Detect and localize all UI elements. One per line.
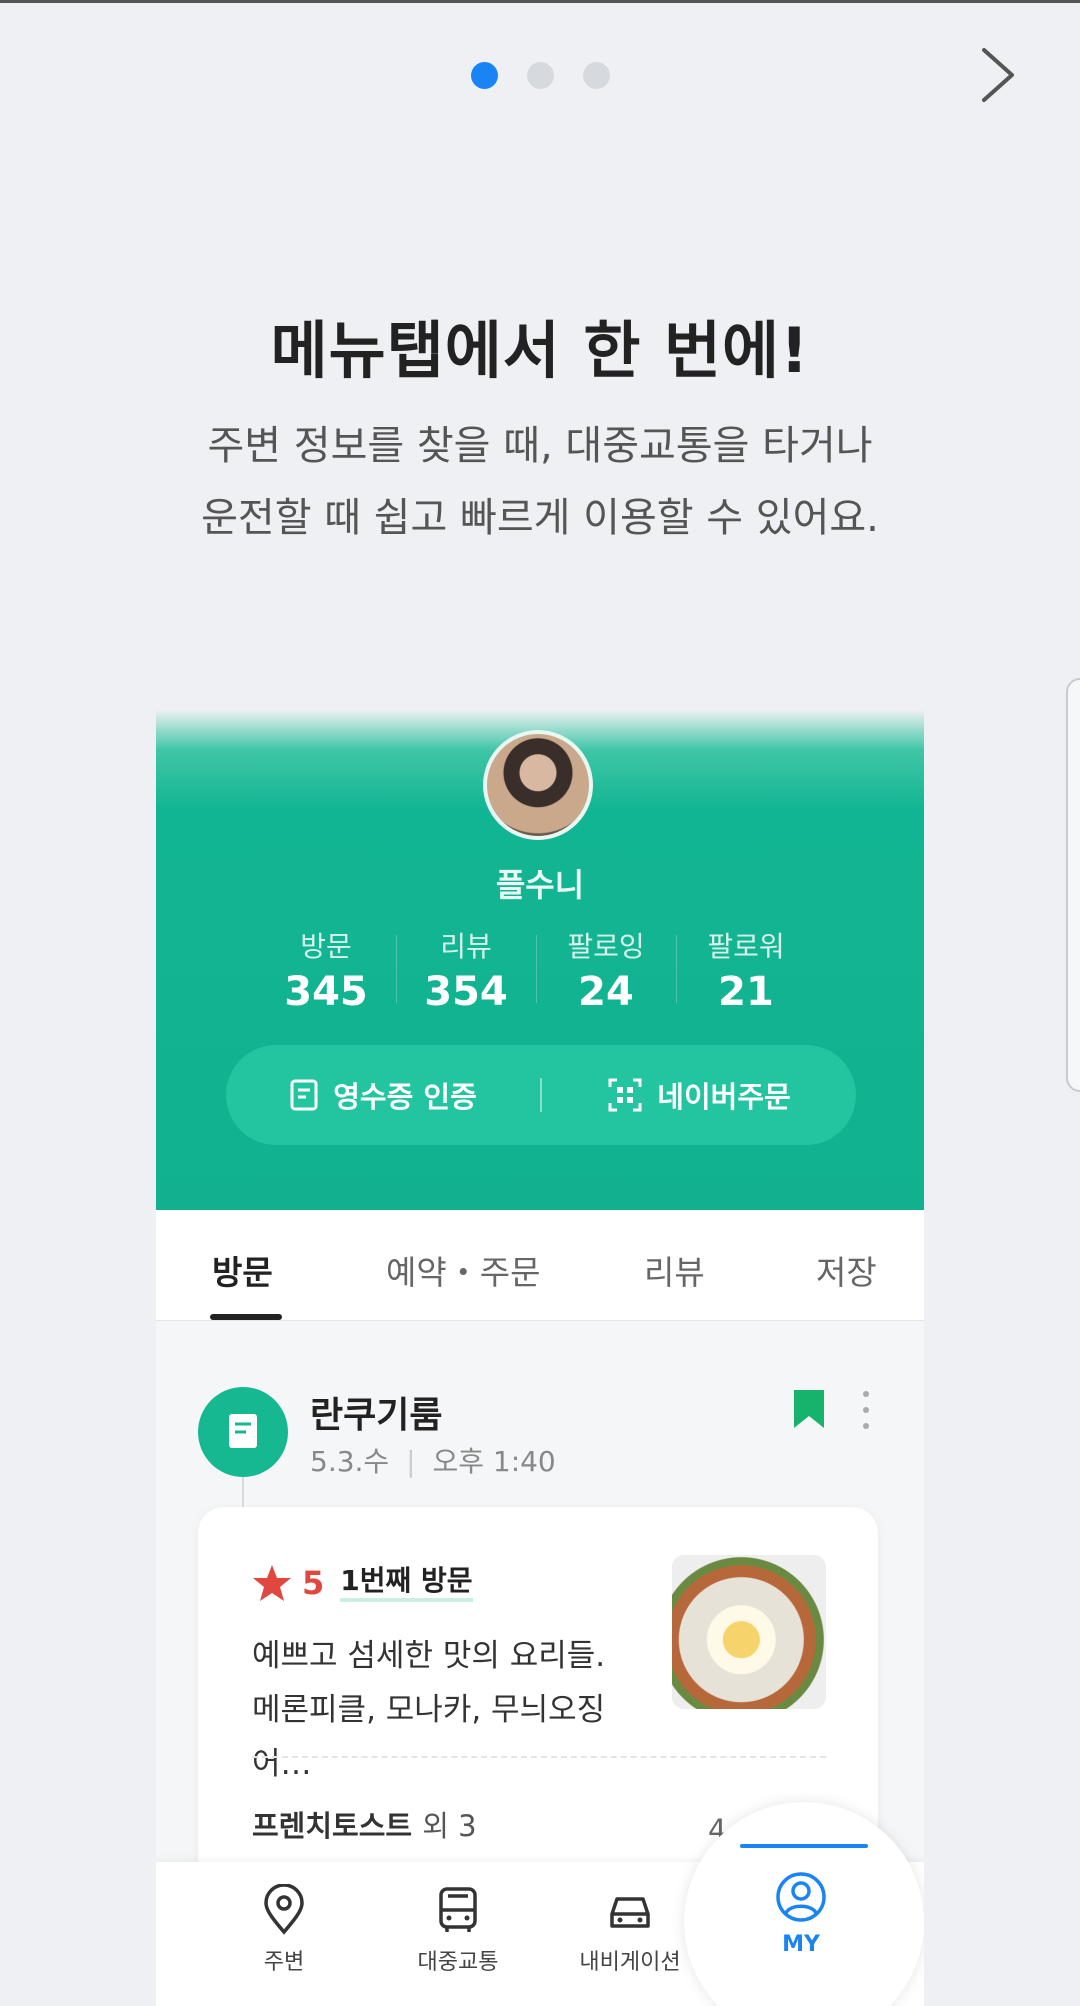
nav-label: 대중교통 xyxy=(417,1950,499,1975)
onboarding-headline: 메뉴탭에서 한 번에! xyxy=(270,314,810,387)
stat-label: 팔로워 xyxy=(707,930,785,963)
receipt-badge-icon xyxy=(198,1387,288,1477)
subtitle-line: 운전할 때 쉽고 빠르게 이용할 수 있어요. xyxy=(201,495,879,541)
rating-value: 5 xyxy=(302,1564,325,1602)
receipt-icon xyxy=(229,1414,257,1448)
profile-header: 플수니 방문 345 리뷰 354 팔로잉 24 팔로워 21 영수증 인증 네… xyxy=(156,710,924,1210)
visit-count: 1번째 방문 xyxy=(340,1564,473,1602)
stat-following[interactable]: 팔로잉 24 xyxy=(536,925,676,1015)
stat-label: 팔로잉 xyxy=(567,930,645,963)
star-icon xyxy=(253,1565,291,1601)
bus-icon xyxy=(439,1887,477,1932)
visit-date: 5.3.수 xyxy=(310,1445,390,1478)
naver-order-button[interactable]: 네이버주문 xyxy=(542,1074,856,1116)
rating-row: 5 1번째 방문 xyxy=(252,1563,473,1603)
receipt-verify-button[interactable]: 영수증 인증 xyxy=(226,1074,540,1116)
tab-reservations-orders[interactable]: 예약・주문 xyxy=(386,1246,540,1294)
menu-name: 프렌치토스트 xyxy=(252,1809,413,1843)
stat-followers[interactable]: 팔로워 21 xyxy=(676,925,816,1015)
naver-order-label: 네이버주문 xyxy=(657,1080,791,1114)
stat-label: 리뷰 xyxy=(440,930,492,963)
nav-label: 주변 xyxy=(263,1950,305,1975)
profile-tabs: 방문 예약・주문 리뷰 저장 xyxy=(156,1210,924,1321)
nav-transit[interactable]: 대중교통 xyxy=(388,1884,528,1976)
profile-stats: 방문 345 리뷰 354 팔로잉 24 팔로워 21 xyxy=(256,925,816,1015)
app-preview: 플수니 방문 345 리뷰 354 팔로잉 24 팔로워 21 영수증 인증 네… xyxy=(156,710,924,2006)
stat-value: 345 xyxy=(284,969,368,1015)
side-edge-handle[interactable] xyxy=(1066,678,1080,1092)
user-icon xyxy=(776,1872,826,1922)
stat-value: 24 xyxy=(578,969,634,1015)
menu-extra: 외 3 xyxy=(422,1809,477,1843)
visit-datetime: 5.3.수 | 오후 1:40 xyxy=(310,1440,556,1480)
tab-visits[interactable]: 방문 xyxy=(212,1246,273,1294)
receipt-icon xyxy=(290,1079,318,1111)
car-icon xyxy=(610,1897,650,1928)
chevron-right-icon[interactable] xyxy=(974,44,1022,106)
meta-separator: | xyxy=(406,1445,416,1478)
nav-navigation[interactable]: 내비게이션 xyxy=(560,1884,700,1976)
page-indicator xyxy=(0,62,1080,89)
divider xyxy=(252,1756,826,1758)
food-photo[interactable] xyxy=(672,1555,826,1709)
qr-code-icon xyxy=(608,1078,642,1112)
menu-summary: 프렌치토스트 외 3 xyxy=(252,1803,477,1845)
nav-nearby[interactable]: 주변 xyxy=(214,1883,354,1976)
bookmark-icon[interactable] xyxy=(792,1388,826,1430)
page-dot-3[interactable] xyxy=(582,62,610,89)
review-text: 예쁘고 섬세한 맛의 요리들. 메론피클, 모나카, 무늬오징어… xyxy=(252,1638,606,1782)
nav-my[interactable]: MY xyxy=(724,1870,878,1957)
active-nav-indicator xyxy=(740,1844,868,1848)
stat-reviews[interactable]: 리뷰 354 xyxy=(396,925,536,1015)
subtitle-line: 주변 정보를 찾을 때, 대중교통을 타거나 xyxy=(207,423,873,469)
receipt-verify-label: 영수증 인증 xyxy=(333,1080,477,1114)
avatar xyxy=(483,730,593,840)
top-border xyxy=(0,0,1080,3)
active-tab-indicator xyxy=(210,1314,282,1320)
profile-actions: 영수증 인증 네이버주문 xyxy=(226,1045,856,1145)
stat-visits[interactable]: 방문 345 xyxy=(256,925,396,1015)
tab-saved[interactable]: 저장 xyxy=(816,1246,877,1294)
nav-label: 내비게이션 xyxy=(579,1950,681,1975)
username: 플수니 xyxy=(495,866,585,904)
visit-time: 오후 1:40 xyxy=(432,1445,556,1478)
stat-label: 방문 xyxy=(300,930,352,963)
onboarding-subtitle: 주변 정보를 찾을 때, 대중교통을 타거나 운전할 때 쉽고 빠르게 이용할 … xyxy=(0,410,1080,554)
tab-reviews[interactable]: 리뷰 xyxy=(644,1246,705,1294)
stat-value: 21 xyxy=(718,969,774,1015)
more-options-icon[interactable] xyxy=(860,1386,872,1434)
nav-label: MY xyxy=(782,1932,820,1957)
place-name[interactable]: 란쿠기룸 xyxy=(310,1386,442,1438)
page-dot-2[interactable] xyxy=(526,62,554,89)
page-dot-1[interactable] xyxy=(470,62,498,89)
location-pin-icon xyxy=(264,1883,304,1935)
stat-value: 354 xyxy=(424,969,508,1015)
